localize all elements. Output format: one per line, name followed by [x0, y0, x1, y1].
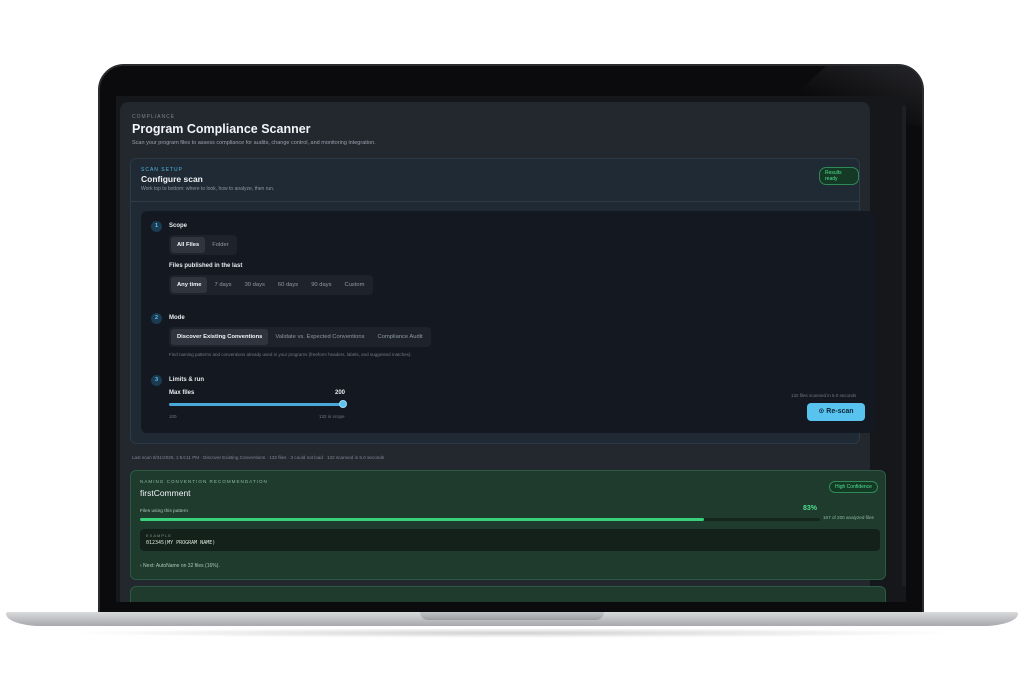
max-files-slider-thumb[interactable] [339, 400, 347, 408]
max-files-slider-track[interactable] [169, 403, 345, 406]
step-number-mode: 2 [151, 313, 162, 324]
compliance-app: COMPLIANCE Program Compliance Scanner Sc… [120, 102, 886, 602]
scrollbar[interactable] [902, 106, 906, 586]
slider-max-label: 132 in scope [319, 414, 345, 419]
step-title-mode: Mode [169, 315, 185, 321]
setup-kicker: SCAN SETUP [141, 167, 183, 173]
published-segmented-control: Any time 7 days 30 days 60 days 90 days … [169, 275, 373, 295]
step-number-limits: 3 [151, 375, 162, 386]
pattern-percentage: 83% [803, 505, 818, 512]
example-value: 012345(MY PROGRAM NAME) [146, 540, 216, 546]
scan-setup-panel: SCAN SETUP Configure scan Work top to bo… [130, 158, 875, 444]
setup-subtitle: Work top to bottom: where to look, how t… [141, 186, 275, 192]
recommendation-card: NAMING CONVENTION RECOMMENDATION firstCo… [130, 470, 886, 580]
last-scan-summary: Last scan 8/31/2025, 1:54:11 PM · Discov… [132, 455, 385, 460]
mode-segmented-control: Discover Existing Conventions Validate v… [169, 327, 431, 347]
mode-option-audit[interactable]: Compliance Audit [372, 329, 429, 345]
rescan-label: Re-scan [826, 408, 854, 415]
step-number-scope: 1 [151, 221, 162, 232]
recommendation-kicker: NAMING CONVENTION RECOMMENDATION [140, 479, 268, 484]
published-option-30-days[interactable]: 30 days [239, 277, 271, 293]
slider-min-label: 100 [169, 414, 177, 419]
scope-segmented-control: All Files Folder [169, 235, 237, 255]
pattern-count: 167 of 200 analyzed files [823, 515, 874, 520]
step-title-limits: Limits & run [169, 377, 205, 383]
example-box: EXAMPLE 012345(MY PROGRAM NAME) [140, 529, 880, 551]
setup-title: Configure scan [141, 174, 203, 184]
files-using-label: Files using this pattern [140, 509, 188, 514]
recommendation-title: firstComment [140, 488, 191, 498]
laptop-shadow [60, 628, 964, 638]
rescan-button[interactable]: ⊙ Re-scan [807, 403, 865, 421]
laptop-notch [420, 612, 604, 620]
setup-steps-panel: 1 Scope All Files Folder Files published… [141, 211, 875, 433]
mode-hint: Find naming patterns and conventions alr… [169, 352, 412, 357]
scanned-note: 132 files scanned in 5.0 seconds [791, 393, 857, 398]
scope-option-folder[interactable]: Folder [206, 237, 234, 253]
published-option-any-time[interactable]: Any time [171, 277, 208, 293]
example-label: EXAMPLE [146, 533, 172, 538]
mode-option-validate[interactable]: Validate vs. Expected Conventions [269, 329, 370, 345]
max-files-value: 200 [335, 390, 346, 396]
published-option-custom[interactable]: Custom [339, 277, 371, 293]
published-label: Files published in the last [169, 263, 243, 269]
results-ready-badge: Results ready [819, 167, 859, 185]
page-kicker: COMPLIANCE [132, 114, 176, 120]
refresh-circle-icon: ⊙ [818, 408, 825, 415]
published-option-7-days[interactable]: 7 days [208, 277, 237, 293]
laptop-lid: COMPLIANCE Program Compliance Scanner Sc… [98, 64, 924, 620]
page-title: Program Compliance Scanner [132, 122, 311, 136]
pattern-progress-fill [140, 518, 704, 521]
max-files-label: Max files [169, 390, 195, 396]
setup-divider [131, 201, 859, 202]
high-confidence-badge: High Confidence [829, 481, 878, 493]
page-subtitle: Scan your program files to assess compli… [132, 140, 376, 146]
published-option-90-days[interactable]: 90 days [305, 277, 337, 293]
step-title-scope: Scope [169, 223, 188, 229]
scope-option-all-files[interactable]: All Files [171, 237, 206, 253]
next-recommendation-card [130, 586, 886, 602]
next-step-link[interactable]: › Next: AutoName on 32 files (16%). [140, 563, 220, 569]
laptop-screen: COMPLIANCE Program Compliance Scanner Sc… [116, 96, 906, 602]
mode-option-discover[interactable]: Discover Existing Conventions [171, 329, 269, 345]
laptop-mockup: COMPLIANCE Program Compliance Scanner Sc… [0, 0, 1024, 676]
published-option-60-days[interactable]: 60 days [272, 277, 304, 293]
